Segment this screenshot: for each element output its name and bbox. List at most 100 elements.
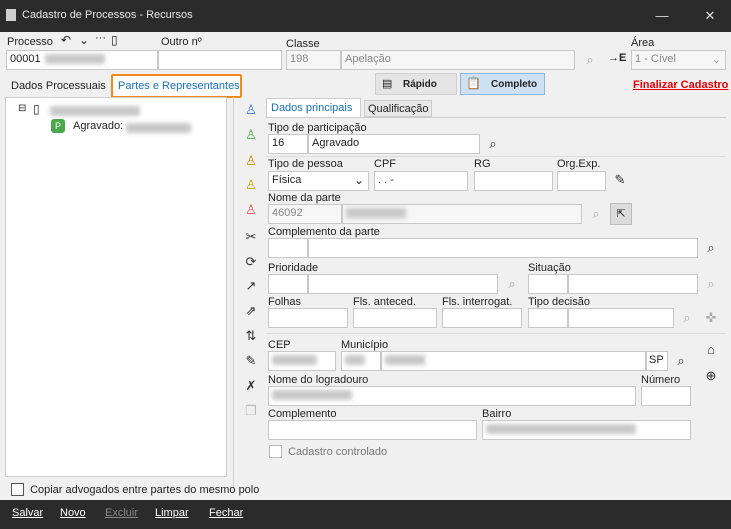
rapido-button[interactable]: ▤ Rápido bbox=[375, 73, 457, 95]
subtab-qualificacao[interactable]: Qualificação bbox=[364, 100, 432, 117]
outro-input[interactable] bbox=[158, 50, 282, 70]
person-blue-icon[interactable]: ♙ bbox=[242, 101, 260, 119]
classe-name-input[interactable]: Apelação bbox=[341, 50, 575, 70]
action-bar: Salvar Novo Excluir Limpar Fechar bbox=[0, 500, 731, 529]
app-icon bbox=[6, 9, 16, 21]
nome-parte-search-icon[interactable]: ⌕ bbox=[588, 206, 604, 222]
orgexp-input[interactable] bbox=[557, 171, 606, 191]
prioridade-input[interactable] bbox=[308, 274, 498, 294]
dropdown-chevron-icon[interactable]: ⌄ bbox=[79, 33, 89, 47]
tab-partes[interactable]: Partes e Representantes bbox=[111, 74, 242, 98]
fls-anteced-input[interactable] bbox=[353, 308, 437, 328]
subtab-line bbox=[266, 117, 726, 118]
cpf-input[interactable]: . . - bbox=[374, 171, 468, 191]
classe-code-input[interactable]: 198 bbox=[286, 50, 341, 70]
bairro-label: Bairro bbox=[482, 408, 512, 420]
tipo-participacao-code-input[interactable]: 16 bbox=[268, 134, 308, 154]
novo-button[interactable]: Novo bbox=[60, 507, 86, 519]
complemento-parte-search-icon[interactable]: ⌕ bbox=[703, 240, 719, 256]
tipo-decisao-search-icon[interactable]: ⌕ bbox=[679, 310, 695, 326]
finalizar-link[interactable]: Finalizar Cadastro bbox=[633, 79, 728, 91]
run-person-icon[interactable]: ↗ bbox=[242, 277, 260, 295]
tree-root-label[interactable] bbox=[50, 106, 140, 116]
add-address-icon[interactable]: ⊕ bbox=[703, 368, 719, 384]
tree-collapse-icon[interactable]: ⊟ bbox=[18, 103, 26, 114]
situacao-search-icon[interactable]: ⌕ bbox=[703, 276, 719, 292]
situacao-code-input[interactable] bbox=[528, 274, 568, 294]
limpar-button[interactable]: Limpar bbox=[155, 507, 189, 519]
person-green-icon[interactable]: ♙ bbox=[242, 126, 260, 144]
subtab-qualificacao-label: Qualificação bbox=[368, 103, 429, 115]
fechar-button[interactable]: Fechar bbox=[209, 507, 243, 519]
person-orange-icon[interactable]: ♙ bbox=[242, 152, 260, 170]
address-edit-icon[interactable]: ⌂ bbox=[703, 342, 719, 358]
tab-dados-processuais[interactable]: Dados Processuais bbox=[11, 80, 106, 92]
minimize-icon[interactable]: — bbox=[652, 6, 672, 26]
cadastro-controlado-checkbox[interactable]: Cadastro controlado bbox=[269, 445, 387, 458]
completo-button[interactable]: 📋 Completo bbox=[460, 73, 545, 95]
classe-search-icon[interactable]: ⌕ bbox=[582, 52, 598, 68]
nome-parte-name-input[interactable] bbox=[342, 204, 582, 224]
municipio-search-icon[interactable]: ⌕ bbox=[673, 353, 689, 369]
tipo-participacao-name-input[interactable]: Agravado bbox=[308, 134, 480, 154]
folhas-input[interactable] bbox=[268, 308, 348, 328]
person-yellow-icon[interactable]: ♙ bbox=[242, 176, 260, 194]
nome-parte-code-input[interactable]: 46092 bbox=[268, 204, 342, 224]
prioridade-code-input[interactable] bbox=[268, 274, 308, 294]
sync-icon[interactable]: ⟳ bbox=[242, 253, 260, 271]
cadastro-controlado-box bbox=[269, 445, 282, 458]
subtab-principais-label: Dados principais bbox=[271, 102, 353, 114]
tab-strip bbox=[0, 74, 731, 96]
document-icon[interactable]: ▯ bbox=[111, 33, 118, 47]
back-arrow-icon[interactable]: ↶ bbox=[61, 33, 71, 47]
tree-child-name bbox=[126, 123, 191, 133]
tipo-participacao-label: Tipo de participação bbox=[268, 122, 367, 134]
close-icon[interactable]: ✕ bbox=[700, 6, 720, 26]
document-node-icon: ▯ bbox=[33, 102, 40, 116]
copiar-advogados-checkbox[interactable]: Copiar advogados entre partes do mesmo p… bbox=[11, 483, 259, 496]
complemento-parte-input[interactable] bbox=[308, 238, 698, 258]
link-arrow-icon[interactable]: →E bbox=[608, 52, 626, 64]
area-select[interactable]: 1 - Cível ⌄ bbox=[631, 50, 726, 70]
edit-document-icon[interactable]: ✎ bbox=[242, 352, 260, 370]
tipo-decisao-input[interactable] bbox=[568, 308, 674, 328]
numero-input[interactable] bbox=[641, 386, 691, 406]
tree-child-label[interactable]: Agravado: bbox=[73, 120, 123, 132]
person-red-icon[interactable]: ♙ bbox=[242, 201, 260, 219]
tipo-participacao-search-icon[interactable]: ⌕ bbox=[485, 136, 501, 152]
remove-person-icon[interactable]: ✗ bbox=[242, 377, 260, 395]
remove-link-icon[interactable]: ✂ bbox=[242, 228, 260, 246]
tipo-pessoa-select[interactable]: Física ⌄ bbox=[268, 171, 369, 191]
complemento-parte-code-input[interactable] bbox=[268, 238, 308, 258]
bairro-input[interactable] bbox=[482, 420, 691, 440]
cep-input[interactable] bbox=[268, 351, 336, 371]
prioridade-search-icon[interactable]: ⌕ bbox=[504, 276, 520, 292]
pin-icon[interactable]: ✜ bbox=[703, 310, 719, 326]
tipo-pessoa-label: Tipo de pessoa bbox=[268, 158, 343, 170]
rg-input[interactable] bbox=[474, 171, 553, 191]
complemento-input[interactable] bbox=[268, 420, 477, 440]
separator bbox=[266, 156, 726, 157]
municipio-input[interactable] bbox=[381, 351, 646, 371]
municipio-code-input[interactable] bbox=[341, 351, 381, 371]
salvar-button[interactable]: Salvar bbox=[12, 507, 43, 519]
run-person-alt-icon[interactable]: ⇗ bbox=[242, 302, 260, 320]
uf-input[interactable]: SP bbox=[646, 351, 668, 371]
pencil-icon[interactable]: ✎ bbox=[612, 172, 628, 188]
rg-label: RG bbox=[474, 158, 491, 170]
logradouro-input[interactable] bbox=[268, 386, 636, 406]
more-icon[interactable]: ··· bbox=[95, 32, 106, 44]
situacao-label: Situação bbox=[528, 262, 571, 274]
numero-label: Número bbox=[641, 374, 681, 386]
classe-label: Classe bbox=[286, 38, 320, 50]
area-chevron-icon: ⌄ bbox=[711, 54, 721, 66]
folhas-label: Folhas bbox=[268, 296, 302, 308]
fls-interrog-input[interactable] bbox=[442, 308, 522, 328]
situacao-input[interactable] bbox=[568, 274, 698, 294]
processo-input[interactable]: 00001 bbox=[6, 50, 158, 70]
nome-parte-label: Nome da parte bbox=[268, 192, 341, 204]
swap-vertical-icon[interactable]: ⇅ bbox=[242, 327, 260, 345]
subtab-principais[interactable]: Dados principais bbox=[266, 98, 361, 117]
tipo-decisao-code-input[interactable] bbox=[528, 308, 568, 328]
edit-party-button[interactable]: ⇱ bbox=[610, 203, 632, 225]
